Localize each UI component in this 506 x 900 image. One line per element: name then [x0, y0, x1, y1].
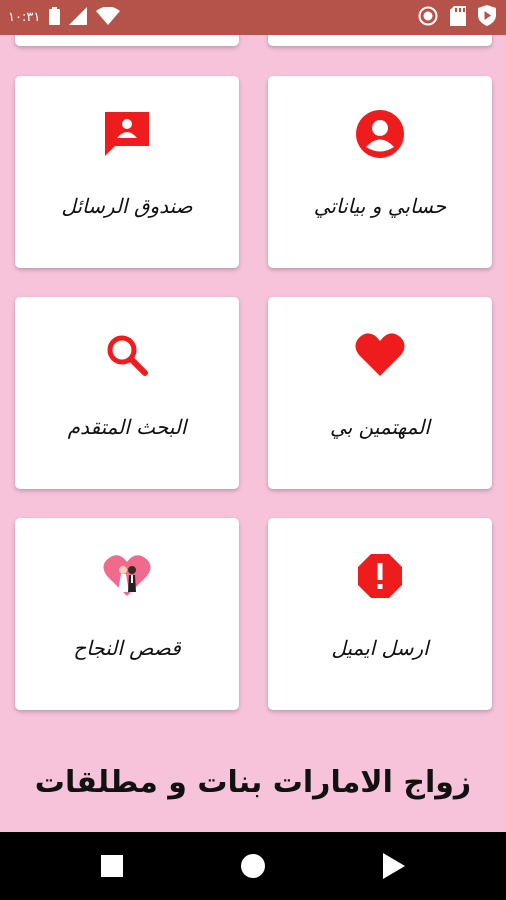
status-right	[418, 0, 496, 35]
heart-icon	[268, 329, 492, 381]
menu-card-inbox[interactable]: صندوق الرسائل	[15, 76, 239, 268]
sd-card-icon	[450, 5, 466, 30]
menu-label-send-email: ارسل ايميل	[331, 636, 429, 660]
signal-icon	[69, 6, 88, 29]
status-left: ١٠:٣١	[8, 0, 121, 35]
menu-card-interested[interactable]: المهتمين بي	[268, 297, 492, 489]
status-bar: ١٠:٣١	[0, 0, 506, 35]
home-circle-icon[interactable]	[223, 832, 283, 900]
recents-square-icon[interactable]	[82, 832, 142, 900]
menu-label-my-account: حسابي و بياناتي	[313, 194, 447, 218]
navigation-bar	[0, 832, 506, 900]
alert-octagon-icon	[268, 550, 492, 602]
menu-card-send-email[interactable]: ارسل ايميل	[268, 518, 492, 710]
menu-label-advanced-search: البحث المتقدم	[67, 415, 187, 439]
message-contact-icon	[15, 108, 239, 160]
search-icon	[15, 329, 239, 381]
menu-card-my-account[interactable]: حسابي و بياناتي	[268, 76, 492, 268]
app-title: زواج الامارات بنات و مطلقات	[34, 765, 472, 800]
record-icon	[418, 6, 438, 30]
couple-heart-icon	[15, 550, 239, 602]
menu-card-success-stories[interactable]: قصص النجاح	[15, 518, 239, 710]
menu-label-success-stories: قصص النجاح	[73, 636, 181, 660]
menu-card-advanced-search[interactable]: البحث المتقدم	[15, 297, 239, 489]
menu-label-inbox: صندوق الرسائل	[61, 194, 193, 218]
status-time: ١٠:٣١	[8, 10, 41, 25]
play-shield-icon	[478, 5, 496, 30]
account-circle-icon	[268, 108, 492, 160]
wifi-icon	[96, 6, 121, 29]
battery-icon	[49, 6, 61, 29]
back-triangle-icon[interactable]	[364, 832, 424, 900]
menu-label-interested: المهتمين بي	[330, 415, 430, 439]
